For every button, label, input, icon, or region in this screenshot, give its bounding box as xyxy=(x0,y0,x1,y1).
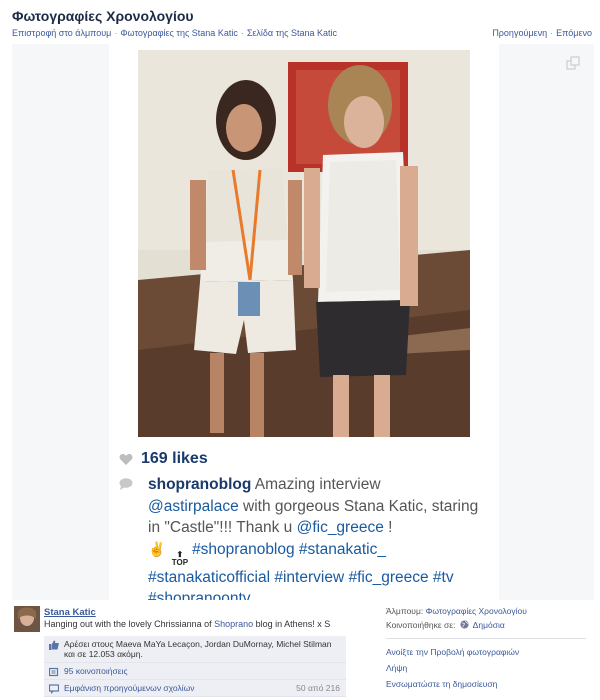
download-link[interactable]: Λήψη xyxy=(386,663,586,673)
mention-link[interactable]: @fic_greece xyxy=(297,519,384,536)
shared-label: Κοινοποιήθηκε σε: xyxy=(386,620,456,630)
breadcrumb-separator: · xyxy=(240,28,244,38)
top-badge: ⬆ TOP xyxy=(171,550,189,567)
shared-with-row: Κοινοποιήθηκε σε: Δημόσια xyxy=(386,620,586,630)
caption-text: shopranoblog Amazing interview @astirpal… xyxy=(148,474,493,610)
comments-icon xyxy=(49,684,59,694)
post-text-part: blog in Athens! x S xyxy=(253,619,331,629)
page-header: Φωτογραφίες Χρονολογίου Επιστροφή στο άλ… xyxy=(0,0,600,44)
open-photo-viewer-link[interactable]: Ανοίξτε την Προβολή φωτογραφιών xyxy=(386,647,586,657)
page-title: Φωτογραφίες Χρονολογίου xyxy=(12,8,194,24)
avatar[interactable] xyxy=(14,606,40,632)
expand-icon[interactable] xyxy=(566,56,580,70)
post-author[interactable]: Stana Katic xyxy=(44,607,96,618)
hashtags[interactable]: #shopranoblog #stanakatic_ xyxy=(192,541,386,558)
next-photo-link[interactable]: Επόμενο xyxy=(556,28,592,38)
previous-comments-row: Εμφάνιση προηγούμενων σχολίων 50 από 216 xyxy=(44,680,346,697)
engagement-box: Αρέσει στους Maeva MaYa Lecaçon, Jordan … xyxy=(44,636,346,697)
album-label: Άλμπουμ: xyxy=(386,606,424,616)
photo-sidebar: Άλμπουμ: Φωτογραφίες Χρονολογίου Κοινοπο… xyxy=(386,606,586,695)
post-text: Hanging out with the lovely Chrissianna … xyxy=(44,619,330,629)
instagram-post-image: 169 likes shopranoblog Amazing interview… xyxy=(109,44,499,607)
previous-comments-link[interactable]: Εμφάνιση προηγούμενων σχολίων xyxy=(64,683,195,693)
mention-link[interactable]: @astirpalace xyxy=(148,498,239,515)
breadcrumb-photos[interactable]: Φωτογραφίες της Stana Katic xyxy=(120,28,237,38)
photo-stage: 169 likes shopranoblog Amazing interview… xyxy=(12,44,594,607)
comment-bubble-icon xyxy=(119,478,133,490)
shares-row: 95 κοινοποιήσεις xyxy=(44,663,346,680)
photo-illustration xyxy=(138,50,470,437)
previous-photo-link[interactable]: Προηγούμενη xyxy=(492,28,547,38)
top-badge-label: TOP xyxy=(171,557,189,567)
breadcrumb-back-to-album[interactable]: Επιστροφή στο άλμπουμ xyxy=(12,28,111,38)
album-row: Άλμπουμ: Φωτογραφίες Χρονολογίου xyxy=(386,606,586,616)
post-details: Stana Katic Hanging out with the lovely … xyxy=(12,600,594,700)
breadcrumb-page[interactable]: Σελίδα της Stana Katic xyxy=(247,28,337,38)
share-icon xyxy=(49,667,59,677)
caption-part: ! xyxy=(383,519,393,536)
sidebar-divider xyxy=(386,638,586,639)
post-text-part: Hanging out with the lovely Chrissianna … xyxy=(44,619,215,629)
comment-count: 50 από 216 xyxy=(296,683,340,693)
embed-post-link[interactable]: Ενσωματώστε τη δημοσίευση xyxy=(386,679,586,689)
caption-username[interactable]: shopranoblog xyxy=(148,476,251,493)
thumbs-up-icon xyxy=(49,640,59,650)
likes-summary: Αρέσει στους Maeva MaYa Lecaçon, Jordan … xyxy=(44,636,346,663)
victory-hand-icon: ✌ xyxy=(148,540,166,557)
photo[interactable] xyxy=(138,50,470,437)
pager-separator: · xyxy=(550,28,554,38)
breadcrumb: Επιστροφή στο άλμπουμ · Φωτογραφίες της St… xyxy=(12,28,337,38)
likes-text[interactable]: Αρέσει στους Maeva MaYa Lecaçon, Jordan … xyxy=(64,639,331,659)
caption-part: Amazing interview xyxy=(251,476,381,493)
photo-pager: Προηγούμενη · Επόμενο xyxy=(492,28,592,38)
avatar-image xyxy=(14,606,40,632)
likes-row: 169 likes xyxy=(119,448,208,470)
album-link[interactable]: Φωτογραφίες Χρονολογίου xyxy=(426,606,527,616)
likes-count: 169 likes xyxy=(141,450,208,467)
heart-icon xyxy=(119,453,133,465)
hashtags[interactable]: #stanakaticofficial #interview #fic_gree… xyxy=(148,569,454,586)
globe-icon xyxy=(460,620,469,629)
shares-link[interactable]: 95 κοινοποιήσεις xyxy=(64,666,128,676)
shoprano-link[interactable]: Shoprano xyxy=(214,619,253,629)
privacy-link[interactable]: Δημόσια xyxy=(473,620,505,630)
